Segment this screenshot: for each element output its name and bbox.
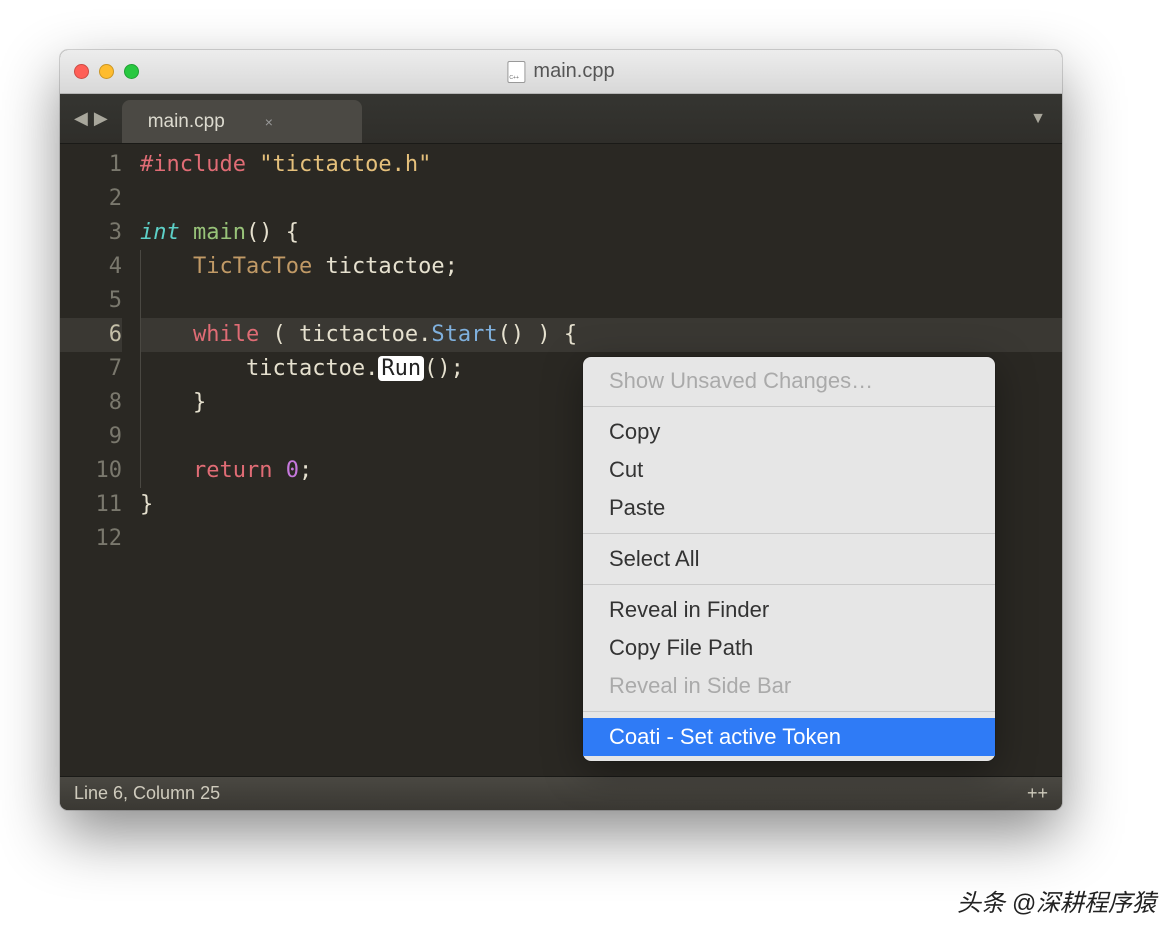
context-item-paste[interactable]: Paste xyxy=(583,489,995,527)
code-line: int main() { xyxy=(140,216,1062,250)
line-number: 6 xyxy=(60,318,122,352)
line-number: 3 xyxy=(60,216,122,250)
context-item-copy-path[interactable]: Copy File Path xyxy=(583,629,995,667)
context-separator xyxy=(583,584,995,585)
context-item-select-all[interactable]: Select All xyxy=(583,540,995,578)
context-item-cut[interactable]: Cut xyxy=(583,451,995,489)
code-line-active: while ( tictactoe.Start() ) { xyxy=(140,318,1062,352)
line-number: 12 xyxy=(60,522,122,556)
nav-arrows: ◀ ▶ xyxy=(60,94,122,143)
window-title-group: main.cpp xyxy=(507,60,614,83)
line-number: 4 xyxy=(60,250,122,284)
line-number: 11 xyxy=(60,488,122,522)
line-number: 7 xyxy=(60,352,122,386)
window-title: main.cpp xyxy=(533,60,614,83)
cursor-position: Line 6, Column 25 xyxy=(74,783,220,804)
tab-label: main.cpp xyxy=(148,111,225,133)
nav-forward-button[interactable]: ▶ xyxy=(94,108,108,129)
context-separator xyxy=(583,711,995,712)
minimize-window-button[interactable] xyxy=(99,64,114,79)
context-item-reveal-finder[interactable]: Reveal in Finder xyxy=(583,591,995,629)
zoom-window-button[interactable] xyxy=(124,64,139,79)
context-item-coati[interactable]: Coati - Set active Token xyxy=(583,718,995,756)
context-separator xyxy=(583,406,995,407)
titlebar: main.cpp xyxy=(60,50,1062,94)
line-gutter: 1 2 3 4 5 6 7 8 9 10 11 12 xyxy=(60,144,140,764)
nav-back-button[interactable]: ◀ xyxy=(74,108,88,129)
line-number: 8 xyxy=(60,386,122,420)
close-window-button[interactable] xyxy=(74,64,89,79)
tab-close-button[interactable]: × xyxy=(265,114,273,130)
line-number: 10 xyxy=(60,454,122,488)
context-item-copy[interactable]: Copy xyxy=(583,413,995,451)
line-number: 2 xyxy=(60,182,122,216)
code-line xyxy=(140,182,1062,216)
context-menu: Show Unsaved Changes… Copy Cut Paste Sel… xyxy=(583,357,995,761)
line-number: 5 xyxy=(60,284,122,318)
line-number: 1 xyxy=(60,148,122,182)
chevron-down-icon: ▼ xyxy=(1030,110,1046,128)
code-line xyxy=(140,284,1062,318)
code-line: TicTacToe tictactoe; xyxy=(140,250,1062,284)
tab-bar: ◀ ▶ main.cpp × ▼ xyxy=(60,94,1062,144)
code-line: #include "tictactoe.h" xyxy=(140,148,1062,182)
tab-menu-button[interactable]: ▼ xyxy=(1014,94,1062,143)
tab-main-cpp[interactable]: main.cpp × xyxy=(122,100,362,143)
traffic-lights xyxy=(60,64,139,79)
context-item-reveal-sidebar[interactable]: Reveal in Side Bar xyxy=(583,667,995,705)
context-item-show-unsaved[interactable]: Show Unsaved Changes… xyxy=(583,362,995,400)
status-bar: Line 6, Column 25 ++ xyxy=(60,776,1062,810)
watermark: 头条 @深耕程序猿 xyxy=(957,883,1156,918)
line-number: 9 xyxy=(60,420,122,454)
file-icon xyxy=(507,61,525,83)
status-right: ++ xyxy=(1027,783,1048,804)
context-separator xyxy=(583,533,995,534)
